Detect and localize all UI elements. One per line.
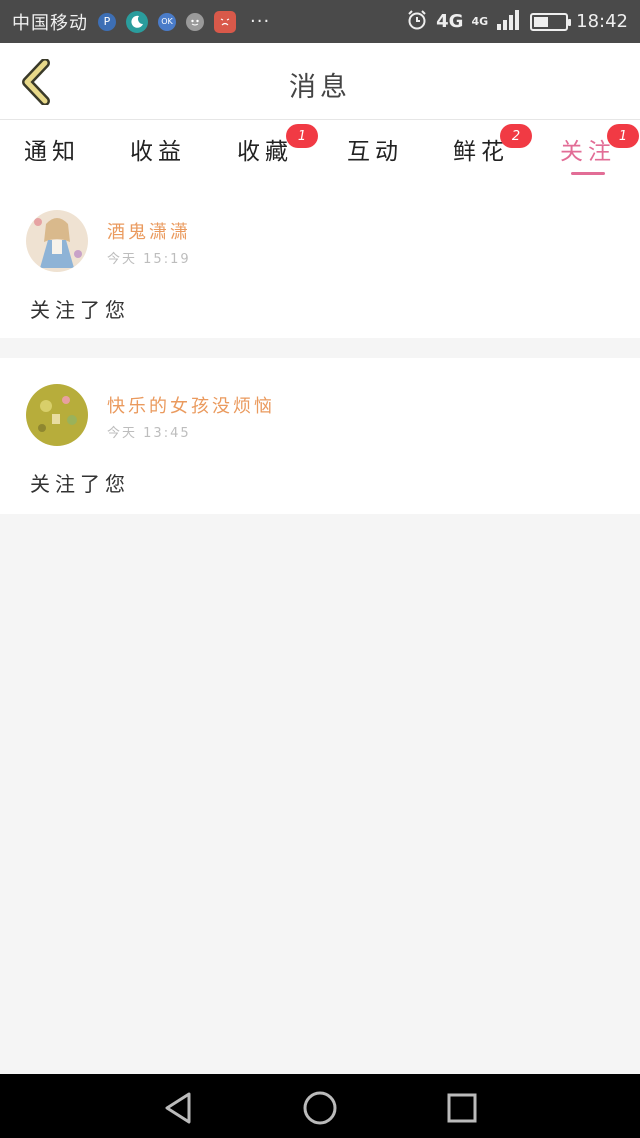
- page-title: 消息: [289, 72, 351, 103]
- recents-square-icon[interactable]: [442, 1088, 482, 1128]
- app-icon-p: P: [98, 12, 116, 31]
- status-bar: 中国移动 P OK ··· 4G 4G 18:42: [0, 0, 640, 43]
- home-circle-icon[interactable]: [300, 1088, 340, 1128]
- system-indicators: 4G 4G 18:42: [406, 9, 628, 35]
- unread-badge: 2: [500, 124, 532, 148]
- tab-notifications[interactable]: 通知: [7, 132, 97, 166]
- tab-label: 通知: [24, 139, 80, 165]
- tab-label: 收藏: [237, 139, 293, 165]
- back-triangle-icon[interactable]: [158, 1088, 198, 1128]
- signal-icon: [496, 9, 522, 35]
- moon-app-icon: [126, 10, 148, 33]
- battery-icon: [530, 12, 572, 31]
- avatar[interactable]: [26, 384, 88, 446]
- more-notifications-indicator: ···: [250, 11, 271, 32]
- timestamp-day: 今天: [107, 252, 138, 267]
- tab-label: 收益: [130, 139, 186, 165]
- tab-label: 互动: [347, 139, 403, 165]
- network-type-small-label: 4G: [471, 14, 489, 28]
- carrier-name: 中国移动: [12, 12, 88, 34]
- timestamp: 今天 13:45: [107, 422, 191, 441]
- username[interactable]: 快乐的女孩没烦恼: [107, 392, 275, 418]
- top-app-bar: 消息: [0, 43, 640, 120]
- tab-label: 鲜花: [453, 139, 509, 165]
- unread-badge: 1: [286, 124, 318, 148]
- tab-flowers[interactable]: 鲜花 2: [436, 124, 532, 166]
- notification-icons: P OK ···: [98, 10, 271, 33]
- unread-badge: 1: [607, 124, 639, 148]
- tab-following[interactable]: 关注 1: [543, 124, 639, 175]
- network-type-label: 4G: [436, 11, 464, 32]
- tab-label: 关注: [560, 139, 616, 165]
- message-text: 关注了您: [30, 298, 130, 322]
- message-text: 关注了您: [30, 472, 130, 496]
- clock: 18:42: [576, 11, 628, 32]
- system-navigation-bar: [0, 1074, 640, 1138]
- tab-interactions[interactable]: 互动: [330, 132, 420, 166]
- tab-favorites[interactable]: 收藏 1: [220, 124, 318, 166]
- timestamp-time: 13:45: [143, 426, 191, 441]
- timestamp-day: 今天: [107, 426, 138, 441]
- tab-earnings[interactable]: 收益: [113, 132, 203, 166]
- face-app-icon: [186, 12, 204, 31]
- category-tabs: 通知 收益 收藏 1 互动 鲜花 2 关注 1: [0, 120, 640, 186]
- active-tab-indicator: [571, 172, 605, 175]
- timestamp: 今天 15:19: [107, 248, 191, 267]
- sad-app-icon: [214, 10, 236, 33]
- ok-app-icon: OK: [158, 12, 176, 31]
- alarm-icon: [406, 9, 428, 35]
- timestamp-time: 15:19: [143, 252, 191, 267]
- username[interactable]: 酒鬼潇潇: [107, 218, 191, 244]
- list-item[interactable]: 快乐的女孩没烦恼 今天 13:45 关注了您: [0, 358, 640, 514]
- avatar[interactable]: [26, 210, 88, 272]
- list-item[interactable]: 酒鬼潇潇 今天 15:19 关注了您: [0, 186, 640, 338]
